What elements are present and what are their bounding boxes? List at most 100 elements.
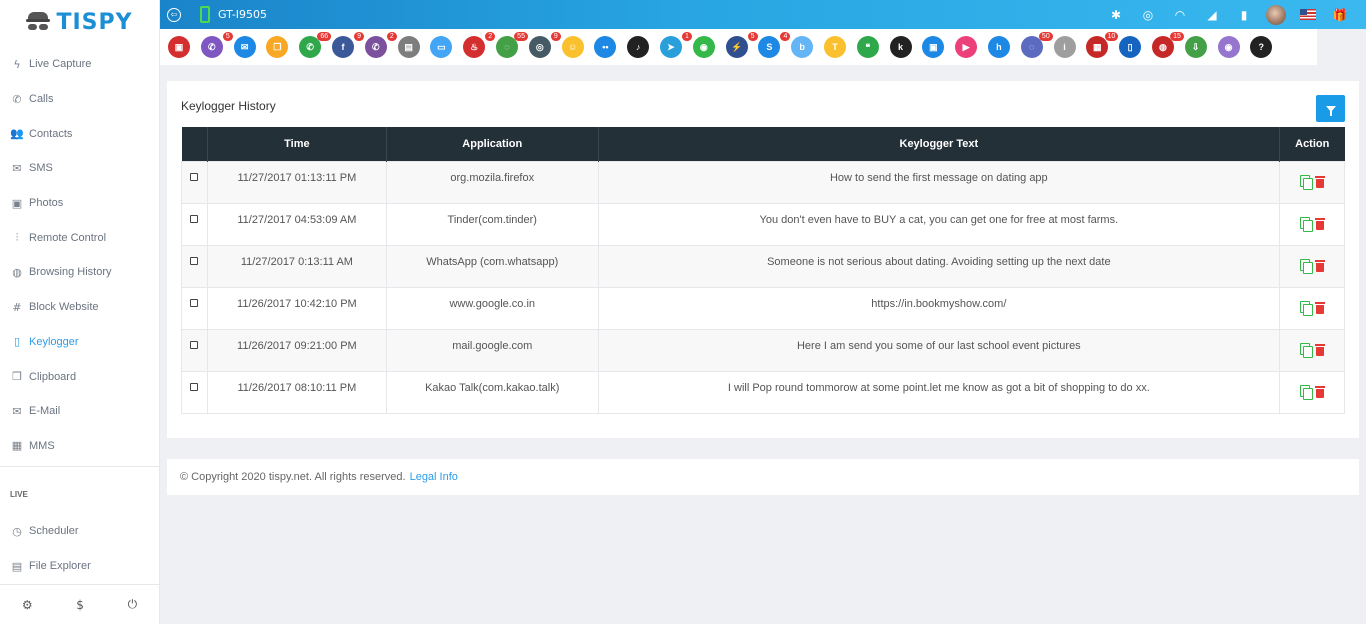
sidebar-item-calls[interactable]: ✆ Calls (0, 82, 159, 117)
gift-icon[interactable]: 🎁 (1324, 8, 1356, 22)
delete-icon[interactable] (1314, 385, 1325, 398)
tinder-app-icon[interactable]: ♨ 2 (463, 32, 496, 58)
keylogger-text-cell: Here I am send you some of our last scho… (597, 328, 1281, 372)
row-checkbox[interactable] (190, 214, 199, 223)
logo[interactable]: TISPY (0, 0, 159, 44)
sidebar-item-file-explorer[interactable]: ▤ File Explorer (0, 549, 159, 584)
row-checkbox[interactable] (190, 256, 199, 265)
top-status-icons: ✱ ◎ ◠ ◢ ▮ 🎁 (1100, 4, 1356, 25)
keylogger-text-cell: How to send the first message on dating … (597, 160, 1281, 204)
whatsapp-app-icon[interactable]: ✆ 66 (299, 32, 332, 58)
instagram-app-icon[interactable]: ◎ 9 (528, 32, 561, 58)
header-action: Action (1279, 127, 1345, 161)
app-badge: 5 (747, 32, 758, 41)
header-application[interactable]: Application (386, 127, 599, 161)
copy-icon[interactable] (1299, 174, 1313, 190)
delete-icon[interactable] (1314, 343, 1325, 356)
language-flag-icon[interactable] (1300, 9, 1316, 20)
settings-icon[interactable]: ⚙ (22, 598, 33, 612)
talk-app-icon[interactable]: T (823, 36, 846, 58)
copyright-text: © Copyright 2020 tispy.net. All rights r… (180, 471, 406, 483)
header-time[interactable]: Time (207, 127, 387, 161)
help-app-icon[interactable]: ? (1250, 36, 1273, 58)
sidebar-item-label: Calls (29, 93, 54, 106)
top-bar: ⇦ GT-I9505 ✱ ◎ ◠ ◢ ▮ 🎁 (160, 0, 1366, 29)
tiktok-app-icon[interactable]: ♪ (627, 36, 650, 58)
delete-icon[interactable] (1314, 301, 1325, 314)
copy-icon[interactable] (1299, 258, 1313, 274)
viber-app-icon[interactable]: ✆ 2 (364, 32, 397, 58)
sidebar-item-contacts[interactable]: 👥 Contacts (0, 116, 159, 151)
telegram-app-icon[interactable]: ➤ 1 (659, 32, 692, 58)
sidebar-item-remote-control[interactable]: ⫶ Remote Control (0, 220, 159, 255)
row-checkbox[interactable] (190, 172, 199, 181)
application-cell: org.mozila.firefox (385, 160, 599, 204)
copy-icon[interactable] (1299, 342, 1313, 358)
gallery-app-icon[interactable]: ▣ (922, 36, 945, 58)
keylogger-text-cell: I will Pop round tommorow at some point.… (597, 370, 1281, 414)
sidebar-item-label: File Explorer (29, 560, 91, 573)
header-keylogger-text[interactable]: Keylogger Text (598, 127, 1281, 161)
power-icon[interactable]: ⏻ (128, 597, 138, 612)
legal-info-link[interactable]: Legal Info (410, 471, 458, 483)
sidebar-item-label: Photos (29, 197, 64, 210)
copy-icon[interactable] (1299, 300, 1313, 316)
dollar-icon[interactable]: $ (76, 598, 84, 612)
app-badge: 10 (1104, 32, 1119, 41)
sidebar-item-photos[interactable]: ▣ Photos (0, 186, 159, 221)
table-row: 11/27/2017 01:13:11 PM org.mozila.firefox… (181, 160, 1345, 204)
wechat-app-icon[interactable]: ◌ 55 (495, 32, 528, 58)
browser-app-icon[interactable]: ◍ 15 (1151, 32, 1184, 58)
sidebar-item-block-website[interactable]: # Block Website (0, 290, 159, 325)
row-checkbox[interactable] (190, 298, 199, 307)
sidebar-item-mms[interactable]: ▦ MMS (0, 429, 159, 464)
sidebar-item-scheduler[interactable]: ◷ Scheduler (0, 514, 159, 549)
camera-app-icon[interactable]: ▣ (168, 36, 190, 58)
flickr-app-icon[interactable]: •• (594, 36, 617, 58)
action-cell (1279, 286, 1345, 330)
sidebar-item-live-capture[interactable]: ϟ Live Capture (0, 47, 159, 82)
image-icon: ▣ (11, 196, 23, 210)
line-app-icon[interactable]: ◉ (692, 36, 715, 58)
screen-app-icon[interactable]: ▭ (430, 36, 453, 58)
clipboard-app-icon[interactable]: ❐ (266, 36, 289, 58)
hash-icon: # (12, 300, 22, 314)
bag-app-icon[interactable]: ▤ (397, 36, 420, 58)
spy-logo-icon (26, 12, 51, 32)
sidebar-item-e-mail[interactable]: ✉ E-Mail (0, 394, 159, 429)
bip-app-icon[interactable]: b (791, 36, 814, 58)
snapchat-app-icon[interactable]: ☺ (561, 36, 584, 58)
facebook-app-icon[interactable]: f9 (331, 32, 364, 58)
photos-app-icon[interactable]: ▦ 10 (1086, 32, 1119, 58)
back-icon[interactable]: ⇦ (167, 7, 181, 22)
delete-icon[interactable] (1314, 217, 1325, 230)
imo-app-icon[interactable]: i (1053, 36, 1076, 58)
sidebar-item-keylogger[interactable]: ▯ Keylogger (0, 325, 159, 360)
sidebar-item-clipboard[interactable]: ❐ Clipboard (0, 359, 159, 394)
kik-app-icon[interactable]: k (889, 36, 912, 58)
row-checkbox[interactable] (190, 382, 199, 391)
sidebar-item-sms[interactable]: ✉ SMS (0, 151, 159, 186)
email-app-icon[interactable]: ✉ (233, 36, 256, 58)
filter-button[interactable] (1316, 95, 1345, 122)
delete-icon[interactable] (1314, 175, 1325, 188)
hike-app-icon[interactable]: h (987, 36, 1010, 58)
video-app-icon[interactable]: ▶ (955, 36, 978, 58)
phone-app-icon[interactable]: ✆ 5 (200, 32, 233, 58)
sidebar-divider (0, 466, 159, 467)
avatar[interactable] (1266, 4, 1286, 25)
signal-app-icon[interactable]: ◌ 50 (1020, 32, 1053, 58)
skype-app-icon[interactable]: S4 (758, 32, 791, 58)
sidebar-item-browsing-history[interactable]: ◍ Browsing History (0, 255, 159, 290)
delete-icon[interactable] (1314, 259, 1325, 272)
download-app-icon[interactable]: ⇩ (1184, 36, 1207, 58)
hangouts-app-icon[interactable]: ❝ (856, 36, 879, 58)
device-app-icon[interactable]: ▯ (1119, 36, 1142, 58)
messenger-app-icon[interactable]: ⚡ 5 (725, 32, 758, 58)
row-checkbox[interactable] (190, 340, 199, 349)
location-app-icon[interactable]: ◉ (1217, 36, 1240, 58)
copy-icon[interactable] (1299, 384, 1313, 400)
device-name[interactable]: GT-I9505 (218, 8, 267, 21)
app-badge: 1 (682, 32, 692, 41)
copy-icon[interactable] (1299, 216, 1313, 232)
